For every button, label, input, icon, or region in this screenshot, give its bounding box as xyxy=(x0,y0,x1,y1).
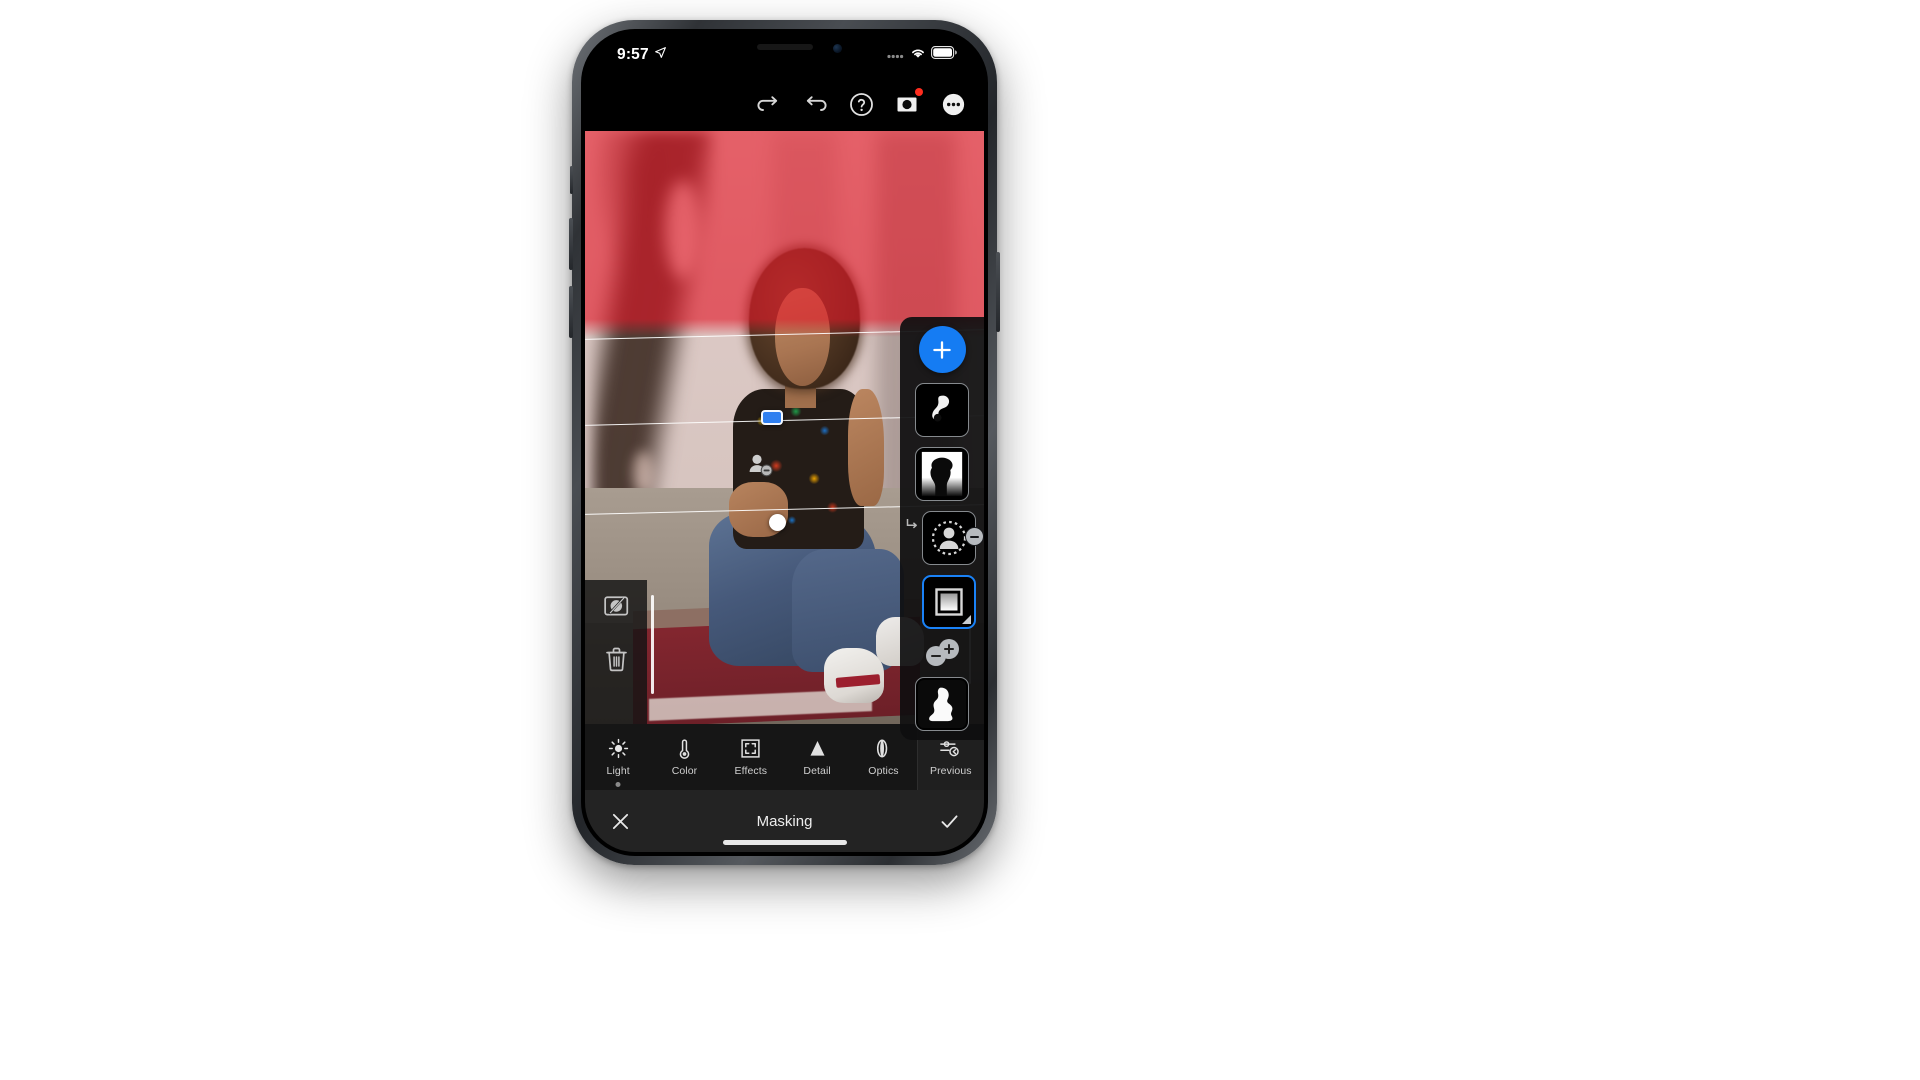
status-bar-left: 9:57 xyxy=(617,46,667,64)
linear-gradient-center-handle[interactable] xyxy=(761,409,784,425)
trash-icon[interactable] xyxy=(603,646,629,672)
earpiece-speaker xyxy=(756,44,813,50)
status-time: 9:57 xyxy=(617,46,649,63)
mask-thumb-4[interactable] xyxy=(922,575,976,629)
lens-icon xyxy=(873,737,894,759)
volume-up-button[interactable] xyxy=(569,218,573,270)
mask-list-panel xyxy=(900,317,984,740)
camera-notification-badge xyxy=(915,88,923,96)
power-button[interactable] xyxy=(996,252,1000,332)
location-arrow-icon xyxy=(654,46,667,64)
mask-thumb-3[interactable] xyxy=(906,511,984,565)
mask-thumb-preview xyxy=(918,450,966,498)
wifi-icon xyxy=(910,46,926,64)
invert-mask-icon[interactable] xyxy=(603,594,629,620)
camera-button[interactable] xyxy=(894,88,923,117)
mask-thumb-5[interactable] xyxy=(915,677,969,731)
confirm-button[interactable] xyxy=(936,808,962,834)
tab-detail-label: Detail xyxy=(803,765,831,777)
status-bar-right xyxy=(887,46,957,64)
crop-brackets-icon xyxy=(740,737,761,759)
mask-thumb-2[interactable] xyxy=(915,447,969,501)
tab-previous-label: Previous xyxy=(929,765,972,777)
tab-color-label: Color xyxy=(671,765,698,777)
undo-button[interactable] xyxy=(802,91,828,117)
subtract-badge-icon xyxy=(965,527,984,546)
branch-arrow-icon xyxy=(906,517,918,529)
silent-switch[interactable] xyxy=(570,166,573,194)
page-title: Masking xyxy=(756,812,813,830)
linear-gradient-feather-handle[interactable] xyxy=(769,513,787,531)
add-mask-button[interactable] xyxy=(918,326,966,373)
sliders-back-icon xyxy=(939,737,962,759)
phone-notch xyxy=(699,33,870,64)
triangle-icon xyxy=(807,737,828,759)
mask-overlay-controls xyxy=(585,579,647,740)
mask-thumb-1[interactable] xyxy=(915,383,969,437)
photo-canvas[interactable] xyxy=(585,131,984,746)
volume-down-button[interactable] xyxy=(569,286,573,338)
subject-subtract-pin[interactable] xyxy=(747,452,775,478)
phone-screen: 9:57 Light Color Effects Detail Optics P… xyxy=(585,33,984,852)
resize-corner-icon xyxy=(962,615,971,624)
battery-icon xyxy=(931,46,957,64)
tab-light-label: Light xyxy=(606,765,630,777)
sun-icon xyxy=(608,737,629,759)
mask-thumb-preview xyxy=(918,680,966,728)
add-mask-small-button[interactable] xyxy=(939,639,959,659)
mask-addsub-row xyxy=(915,639,969,666)
cellular-signal-icon xyxy=(887,46,905,64)
tab-color[interactable]: Color xyxy=(651,724,717,790)
active-tab-indicator xyxy=(615,782,621,787)
more-options-button[interactable] xyxy=(940,91,966,117)
mask-thumb-preview xyxy=(918,386,966,434)
home-indicator[interactable] xyxy=(722,840,847,845)
phone-bezel: 9:57 Light Color Effects Detail Optics P… xyxy=(581,29,988,856)
front-camera xyxy=(832,44,842,53)
tab-optics-label: Optics xyxy=(868,765,899,777)
tab-light[interactable]: Light xyxy=(585,724,651,790)
help-button[interactable] xyxy=(848,91,874,117)
subject-face xyxy=(774,287,831,387)
thermometer-icon xyxy=(674,737,695,759)
tab-detail[interactable]: Detail xyxy=(784,724,850,790)
redo-button[interactable] xyxy=(756,91,782,117)
photo-slider-indicator[interactable] xyxy=(651,595,654,694)
subject-arm xyxy=(848,389,885,507)
tab-effects[interactable]: Effects xyxy=(718,724,784,790)
phone-device-frame: 9:57 Light Color Effects Detail Optics P… xyxy=(569,20,1000,865)
cancel-button[interactable] xyxy=(607,808,633,834)
tab-effects-label: Effects xyxy=(734,765,768,777)
app-top-toolbar xyxy=(585,77,984,131)
